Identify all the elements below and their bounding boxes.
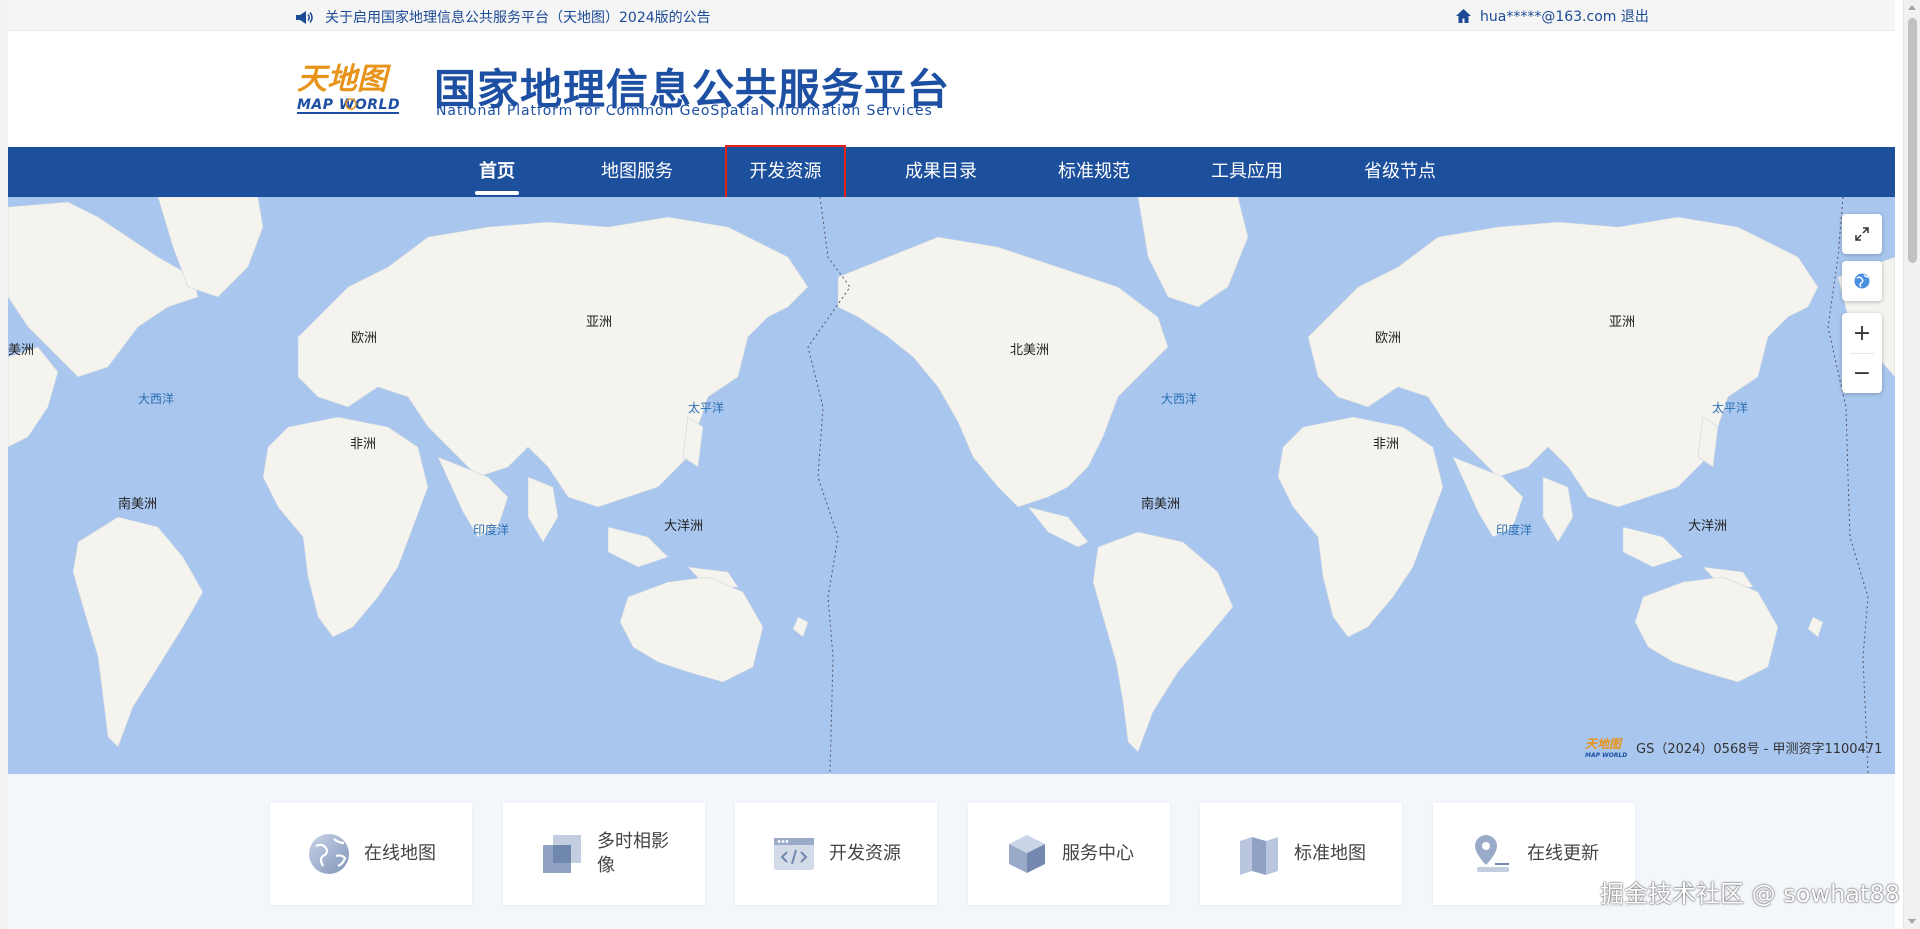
map-type-button[interactable] xyxy=(1842,261,1882,301)
svg-text:天地图: 天地图 xyxy=(1585,737,1623,751)
card-service-center[interactable]: 服务中心 xyxy=(968,803,1170,905)
page-left-edge xyxy=(0,0,8,929)
scroll-thumb[interactable] xyxy=(1908,18,1917,263)
nav-tools[interactable]: 工具应用 xyxy=(1202,147,1292,197)
world-map[interactable]: 美洲 欧洲 亚洲 北美洲 欧洲 亚洲 非洲 非洲 南美洲 南美洲 大洋洲 大洋洲… xyxy=(8,197,1895,774)
label-north-america: 北美洲 xyxy=(1010,343,1050,358)
location-pin-icon xyxy=(1475,835,1509,872)
label-indian-2: 印度洋 xyxy=(1496,523,1533,537)
label-europe-2: 欧洲 xyxy=(1375,331,1402,346)
page-scrollbar[interactable] xyxy=(1903,0,1920,929)
label-south-america-2: 南美洲 xyxy=(1141,497,1181,512)
label-africa-2: 非洲 xyxy=(1373,437,1400,452)
fullscreen-button[interactable] xyxy=(1842,214,1882,254)
label-europe-1: 欧洲 xyxy=(351,331,378,346)
zoom-out-button[interactable]: − xyxy=(1842,353,1882,393)
label-americas-partial: 美洲 xyxy=(8,343,35,358)
label-africa-1: 非洲 xyxy=(350,437,377,452)
site-title-en: National Platform for Common GeoSpatial … xyxy=(436,103,933,119)
svg-text:MAP WORLD: MAP WORLD xyxy=(1585,752,1627,759)
map-copyright: 天地图 MAP WORLD GS（2024）0568号 - 甲测资字110047… xyxy=(1584,734,1882,760)
label-asia-1: 亚洲 xyxy=(586,315,613,330)
tianditu-mini-logo: 天地图 MAP WORLD xyxy=(1585,737,1627,759)
code-window-icon xyxy=(774,838,814,870)
label-atlantic-2: 大西洋 xyxy=(1161,392,1198,406)
card-label: 多时相影像 xyxy=(597,831,669,876)
label-asia-2: 亚洲 xyxy=(1609,315,1636,330)
card-dev-resources[interactable]: 开发资源 xyxy=(735,803,937,905)
site-header: 天地图 MAP WORLD 国家地理信息公共服务平台 National Plat… xyxy=(8,31,1895,147)
tianditu-logo[interactable]: 天地图 MAP WORLD xyxy=(295,57,415,121)
speaker-icon xyxy=(296,10,313,24)
zoom-controls: + − xyxy=(1842,313,1882,393)
label-oceania-2: 大洋洲 xyxy=(1688,519,1728,534)
announcement-text: 关于启用国家地理信息公共服务平台（天地图）2024版的公告 xyxy=(325,10,711,26)
label-indian-1: 印度洋 xyxy=(473,523,510,537)
nav-catalog[interactable]: 成果目录 xyxy=(896,147,986,197)
scroll-up-arrow[interactable] xyxy=(1908,5,1916,10)
watermark-text: 掘金技术社区 @ sowhat88 xyxy=(1600,880,1900,908)
card-label: 开发资源 xyxy=(829,843,901,864)
card-label: 标准地图 xyxy=(1294,843,1366,864)
card-standard-map[interactable]: 标准地图 xyxy=(1200,803,1402,905)
nav-dev-resources[interactable]: 开发资源 xyxy=(725,145,846,199)
copyright-text: GS（2024）0568号 - 甲测资字1100471 xyxy=(1636,741,1883,757)
map-landmass xyxy=(8,197,1895,774)
globe-icon xyxy=(1854,273,1870,289)
label-oceania-1: 大洋洲 xyxy=(664,519,704,534)
home-icon xyxy=(1456,9,1471,23)
nav-provincial-nodes[interactable]: 省级节点 xyxy=(1355,147,1445,197)
label-south-america-1: 南美洲 xyxy=(118,497,158,512)
globe-icon xyxy=(309,834,349,874)
card-multi-temporal[interactable]: 多时相影像 xyxy=(503,803,705,905)
label-pacific-2: 太平洋 xyxy=(1712,401,1749,415)
nav-home[interactable]: 首页 xyxy=(475,147,519,197)
user-email-logout[interactable]: hua*****@163.com 退出 xyxy=(1480,6,1649,26)
layers-icon xyxy=(543,835,581,873)
scroll-down-arrow[interactable] xyxy=(1908,919,1916,924)
zoom-in-button[interactable]: + xyxy=(1842,313,1882,353)
quick-links-section: 在线地图 多时相影像 开发资源 服务中心 标准地图 在线更新 掘金技术社区 @ … xyxy=(8,774,1900,929)
cube-icon xyxy=(1009,835,1045,873)
card-label: 在线地图 xyxy=(364,843,436,864)
main-nav: 首页 地图服务 开发资源 成果目录 标准规范 工具应用 省级节点 xyxy=(8,145,1895,199)
card-label: 在线更新 xyxy=(1527,843,1599,864)
expand-icon xyxy=(1855,227,1869,241)
nav-map-services[interactable]: 地图服务 xyxy=(592,147,682,197)
user-account[interactable]: hua*****@163.com 退出 xyxy=(1455,6,1649,26)
card-label: 服务中心 xyxy=(1062,843,1134,864)
card-online-map[interactable]: 在线地图 xyxy=(270,803,472,905)
label-atlantic-1: 大西洋 xyxy=(138,392,175,406)
announcement-link[interactable]: 关于启用国家地理信息公共服务平台（天地图）2024版的公告 xyxy=(295,7,711,27)
svg-text:天地图: 天地图 xyxy=(297,62,392,97)
top-notice-bar: 关于启用国家地理信息公共服务平台（天地图）2024版的公告 hua*****@1… xyxy=(8,0,1895,31)
label-pacific-1: 太平洋 xyxy=(688,401,725,415)
folded-map-icon xyxy=(1240,837,1278,875)
nav-standards[interactable]: 标准规范 xyxy=(1049,147,1139,197)
